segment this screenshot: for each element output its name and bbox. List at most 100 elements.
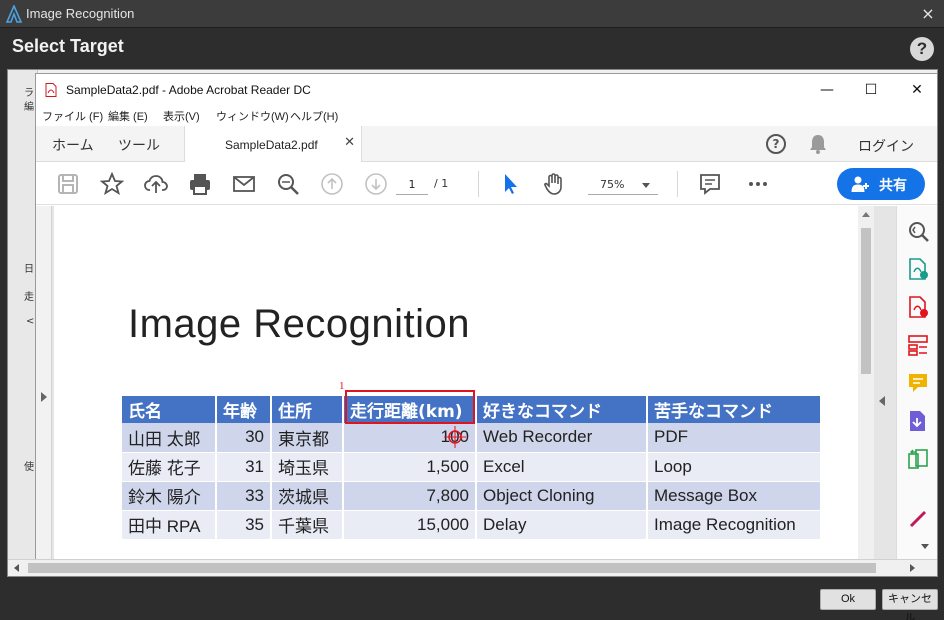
page-down-icon[interactable] xyxy=(364,172,388,196)
table-row: 鈴木 陽介 33 茨城県 7,800 Object Cloning Messag… xyxy=(122,481,822,511)
table-cell: 佐藤 花子 xyxy=(122,452,217,482)
table-cell: 7,800 xyxy=(343,481,477,511)
chevron-right-icon xyxy=(41,392,47,402)
table-cell: 田中 RPA xyxy=(122,510,217,540)
tab-tools[interactable]: ツール xyxy=(118,135,160,155)
document-vertical-scrollbar[interactable] xyxy=(858,206,874,559)
table-cell: 茨城県 xyxy=(271,481,344,511)
maximize-icon[interactable]: ☐ xyxy=(860,80,882,100)
left-panel-toggle[interactable] xyxy=(36,206,52,559)
comment-icon[interactable] xyxy=(698,172,722,196)
table-cell: Image Recognition xyxy=(647,510,822,540)
menu-view[interactable]: 表示(V) xyxy=(163,108,200,124)
comment-tool-icon[interactable] xyxy=(907,372,929,394)
table-cell: 31 xyxy=(216,452,272,482)
document-tab-label: SampleData2.pdf xyxy=(225,138,318,152)
edit-pen-icon[interactable] xyxy=(907,506,929,528)
table-row: 山田 太郎 30 東京都 100 Web Recorder PDF xyxy=(122,423,822,453)
menu-help[interactable]: ヘルプ(H) xyxy=(290,108,338,124)
background-text: 使 xyxy=(24,462,34,473)
scroll-up-icon[interactable] xyxy=(862,212,870,217)
add-person-icon xyxy=(851,176,869,192)
chevron-left-icon[interactable] xyxy=(879,396,885,406)
share-label: 共有 xyxy=(879,178,907,194)
pdf-file-icon xyxy=(45,83,57,97)
ok-button[interactable]: Ok xyxy=(820,589,876,610)
menu-edit[interactable]: 編集 (E) xyxy=(108,108,148,124)
select-cursor-icon[interactable] xyxy=(498,172,522,196)
table-cell: 鈴木 陽介 xyxy=(122,481,217,511)
background-text: ラ xyxy=(24,88,34,99)
login-link[interactable]: ログイン xyxy=(858,136,914,156)
menu-file[interactable]: ファイル (F) xyxy=(42,108,103,124)
tools-pane xyxy=(896,206,937,559)
minimize-icon[interactable]: — xyxy=(816,80,838,100)
share-button[interactable]: 共有 xyxy=(837,168,925,200)
table-cell: 15,000 xyxy=(343,510,477,540)
page-title: Select Target xyxy=(12,36,124,56)
table-cell: Excel xyxy=(476,452,648,482)
hand-tool-icon[interactable] xyxy=(542,172,566,196)
window-close-icon[interactable]: ✕ xyxy=(906,80,928,100)
acrobat-window: SampleData2.pdf - Adobe Acrobat Reader D… xyxy=(35,73,937,560)
table-cell: Message Box xyxy=(647,481,822,511)
background-text: 走 xyxy=(24,292,34,303)
zoom-search-icon[interactable] xyxy=(276,172,300,196)
scroll-right-icon[interactable] xyxy=(910,564,915,572)
background-window-strip: ラ 編 日 走 << 使 xyxy=(8,70,43,560)
menu-window[interactable]: ウィンドウ(W) xyxy=(216,108,289,124)
background-text: 編 xyxy=(24,102,34,113)
scroll-thumb[interactable] xyxy=(28,563,876,573)
cloud-upload-icon[interactable] xyxy=(144,172,168,196)
table-cell: 埼玉県 xyxy=(271,452,344,482)
fill-sign-icon[interactable] xyxy=(907,410,929,432)
table-cell: 山田 太郎 xyxy=(122,423,217,453)
dialog-footer: Ok キャンセル xyxy=(0,580,944,620)
dialog-header: Select Target ? xyxy=(0,28,944,68)
table-header: 氏名 xyxy=(122,396,217,423)
enhance-scan-icon[interactable] xyxy=(907,220,929,242)
background-text: 日 xyxy=(24,264,34,275)
star-icon[interactable] xyxy=(99,171,125,196)
help-icon[interactable]: ? xyxy=(910,37,934,61)
table-cell: 千葉県 xyxy=(271,510,344,540)
image-recognition-dialog: Image Recognition × Select Target ? ラ 編 … xyxy=(0,0,944,620)
organize-pages-icon[interactable] xyxy=(907,334,929,356)
menu-bar: ファイル (F) 編集 (E) 表示(V) ウィンドウ(W) ヘルプ(H) xyxy=(36,106,937,126)
selection-index-label: 1 xyxy=(339,380,345,392)
acrobat-window-title: SampleData2.pdf - Adobe Acrobat Reader D… xyxy=(66,83,311,97)
scroll-down-icon[interactable] xyxy=(921,544,929,549)
toolbar-divider xyxy=(478,171,479,197)
more-options-icon[interactable] xyxy=(746,172,770,196)
scroll-left-icon[interactable] xyxy=(14,564,19,572)
create-pdf-icon[interactable] xyxy=(907,296,929,318)
tab-document[interactable]: SampleData2.pdf ✕ xyxy=(184,126,362,162)
target-selection-box[interactable] xyxy=(345,390,475,424)
close-tab-icon[interactable]: ✕ xyxy=(344,135,355,150)
table-header: 苦手なコマンド xyxy=(647,396,822,423)
document-title: Image Recognition xyxy=(128,302,471,346)
mail-icon[interactable] xyxy=(232,172,256,196)
capture-viewport[interactable]: ラ 編 日 走 << 使 SampleData2.pdf - Adobe Acr… xyxy=(7,69,938,577)
table-header: 年齢 xyxy=(216,396,272,423)
print-icon[interactable] xyxy=(188,172,212,196)
bell-icon[interactable] xyxy=(808,133,828,155)
export-pdf-icon[interactable] xyxy=(907,258,929,280)
table-row: 田中 RPA 35 千葉県 15,000 Delay Image Recogni… xyxy=(122,510,822,540)
page-number-input[interactable]: 1 xyxy=(396,175,428,195)
table-cell: 1,500 xyxy=(343,452,477,482)
close-icon[interactable]: × xyxy=(920,4,936,23)
zoom-select[interactable]: 75% xyxy=(588,175,658,195)
page-up-icon[interactable] xyxy=(320,172,344,196)
viewport-horizontal-scrollbar[interactable] xyxy=(8,559,937,576)
table-header: 住所 xyxy=(271,396,344,423)
compare-files-icon[interactable] xyxy=(907,448,929,470)
acrobat-toolbar: 1 / 1 75% 共有 xyxy=(36,163,937,205)
help-circle-icon[interactable]: ? xyxy=(766,134,786,154)
table-row: 佐藤 花子 31 埼玉県 1,500 Excel Loop xyxy=(122,452,822,482)
save-icon[interactable] xyxy=(56,172,80,196)
scroll-thumb[interactable] xyxy=(861,228,871,374)
document-area: Image Recognition 氏名 年齢 住所 走行距離(km) 好きなコ… xyxy=(36,206,937,559)
tab-home[interactable]: ホーム xyxy=(52,135,94,155)
cancel-button[interactable]: キャンセル xyxy=(882,589,938,620)
